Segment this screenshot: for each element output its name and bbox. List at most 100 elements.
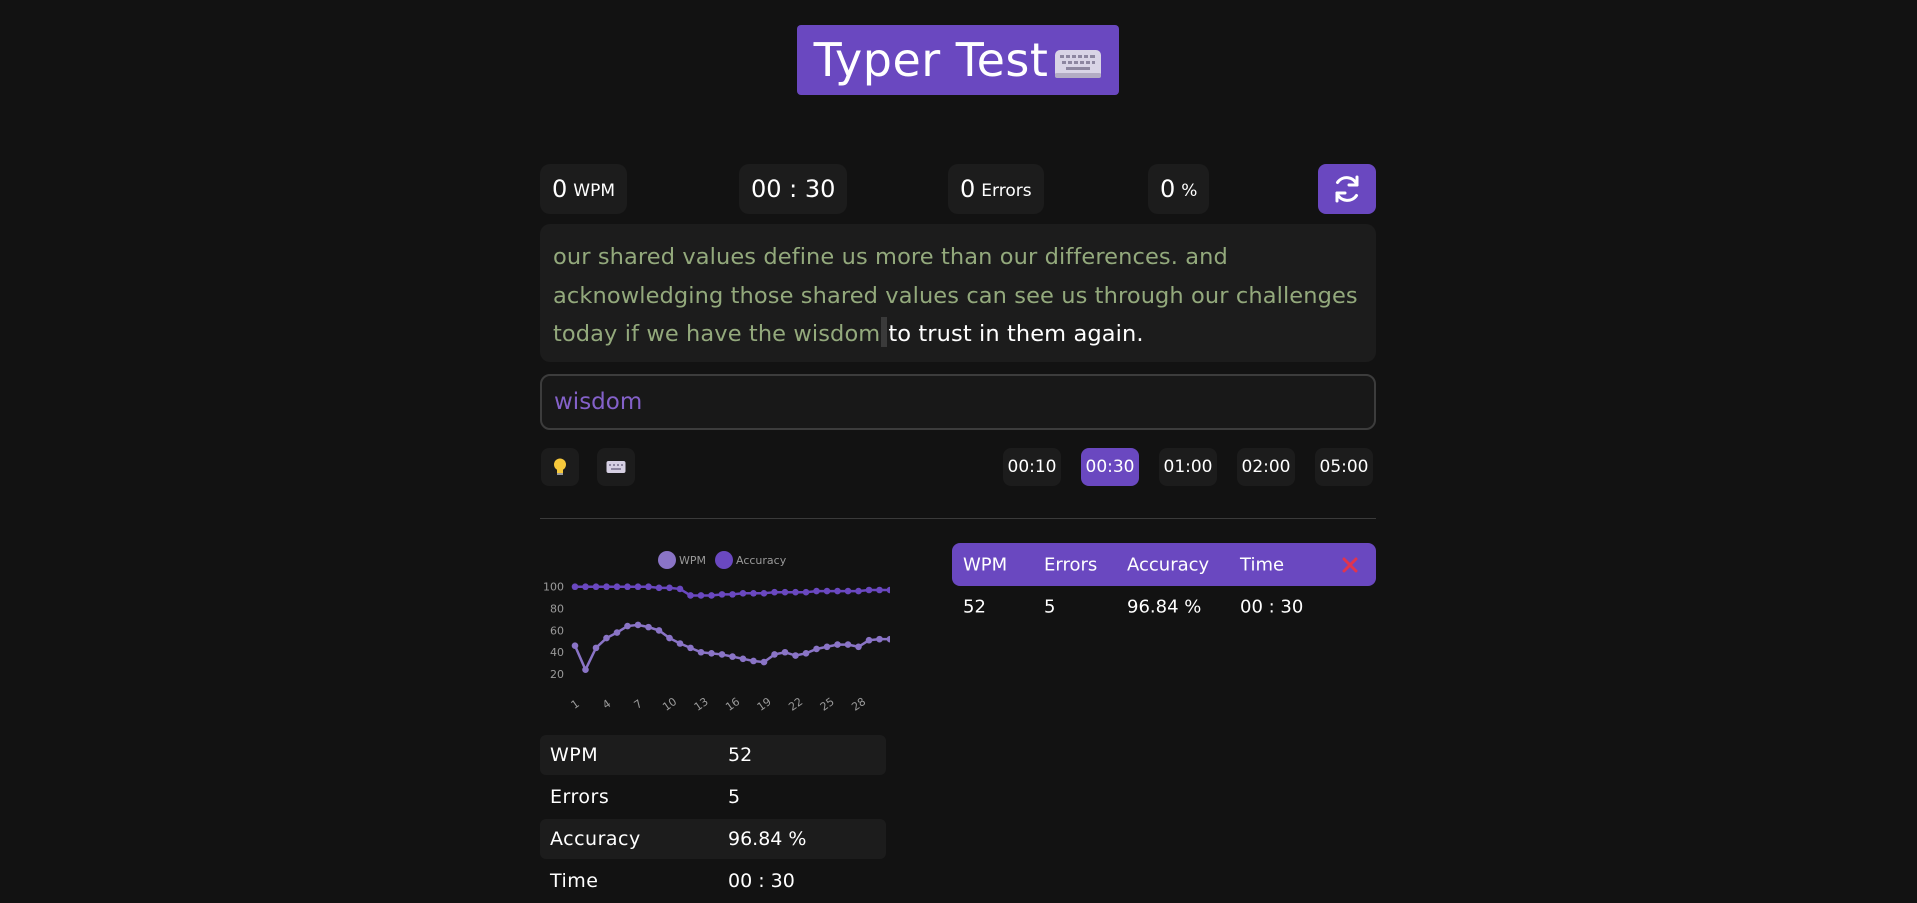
history-col-errors: Errors xyxy=(1044,554,1098,575)
data-point xyxy=(750,657,757,665)
y-tick-label: 40 xyxy=(550,646,564,659)
data-point xyxy=(708,592,715,599)
data-point xyxy=(760,589,768,597)
data-point xyxy=(718,591,726,598)
passage-text: our shared values define us more than ou… xyxy=(540,224,1376,362)
summary-label: WPM xyxy=(550,744,599,766)
app-title: Typer Test xyxy=(813,33,1049,87)
legend-label: WPM xyxy=(679,554,706,567)
accuracy-stat: 0 % xyxy=(1148,164,1210,214)
typing-input[interactable]: wisdom xyxy=(540,374,1376,430)
data-point xyxy=(666,584,673,592)
data-point xyxy=(813,645,820,653)
data-point xyxy=(634,621,642,629)
text-caret xyxy=(881,317,888,347)
close-icon[interactable] xyxy=(1342,557,1358,573)
data-point xyxy=(834,641,841,648)
data-point xyxy=(876,586,883,594)
time-option-5m[interactable]: 05:00 xyxy=(1315,448,1373,486)
refresh-icon xyxy=(1335,175,1359,203)
data-point xyxy=(697,648,705,656)
summary-value: 5 xyxy=(728,786,741,808)
accuracy-value: 0 xyxy=(1160,175,1176,203)
data-point xyxy=(739,655,747,663)
x-tick-label: 25 xyxy=(818,695,837,714)
legend-swatch xyxy=(715,551,733,569)
restart-button[interactable] xyxy=(1318,164,1376,214)
data-point xyxy=(571,583,579,591)
time-option-1m[interactable]: 01:00 xyxy=(1159,448,1217,486)
data-point xyxy=(645,583,652,591)
series-line-wpm xyxy=(573,623,890,673)
data-point xyxy=(855,643,862,651)
x-tick-label: 22 xyxy=(786,695,805,714)
data-point xyxy=(603,583,610,591)
data-point xyxy=(771,651,778,658)
data-point xyxy=(634,583,642,591)
data-point xyxy=(624,622,631,630)
history-header: WPM Errors Accuracy Time xyxy=(952,543,1376,586)
data-point xyxy=(687,592,694,599)
history-cell: 5 xyxy=(1044,596,1056,618)
data-point xyxy=(876,635,883,643)
legend-label: Accuracy xyxy=(736,554,787,567)
lightbulb-icon xyxy=(554,458,566,475)
summary-table: WPM 52 Errors 5 Accuracy 96.84 % Time 00… xyxy=(540,735,886,903)
history-cell: 00 : 30 xyxy=(1240,596,1304,618)
data-point xyxy=(823,643,831,651)
history-col-accuracy: Accuracy xyxy=(1127,554,1210,575)
time-option-30s[interactable]: 00:30 xyxy=(1081,448,1139,486)
errors-unit: Errors xyxy=(981,181,1032,201)
x-tick-label: 10 xyxy=(660,695,679,714)
data-point xyxy=(886,586,894,594)
data-point xyxy=(781,648,789,656)
data-point xyxy=(729,653,736,660)
history-col-wpm: WPM xyxy=(963,554,1008,575)
data-point xyxy=(813,587,820,595)
hint-button[interactable] xyxy=(541,448,579,486)
summary-value: 52 xyxy=(728,744,753,766)
wpm-stat: 0 WPM xyxy=(540,164,628,214)
history-cell: 52 xyxy=(963,596,986,618)
y-tick-label: 20 xyxy=(550,668,564,681)
summary-row-time: Time 00 : 30 xyxy=(540,861,886,901)
timer-value: 00 : 30 xyxy=(751,175,836,203)
x-tick-label: 28 xyxy=(849,695,868,714)
data-point xyxy=(676,585,684,593)
history-col-time: Time xyxy=(1240,554,1285,575)
data-point xyxy=(802,650,810,657)
data-point xyxy=(844,587,852,595)
x-tick-label: 1 xyxy=(569,697,582,712)
wpm-value: 0 xyxy=(552,175,568,203)
data-point xyxy=(708,650,715,657)
data-point xyxy=(687,644,694,652)
data-point xyxy=(666,634,673,642)
data-point xyxy=(676,640,684,647)
chart-svg: WPM Accuracy 100 80 60 40 20 1 4 7 10 13 16 19 22 25 2… xyxy=(543,551,894,714)
data-point xyxy=(624,583,631,591)
data-point xyxy=(760,658,768,666)
history-row: 52 5 96.84 % 00 : 30 xyxy=(952,590,1376,624)
app-title-banner: Typer Test xyxy=(797,25,1119,95)
data-point xyxy=(655,584,663,592)
summary-label: Errors xyxy=(550,786,610,808)
data-point xyxy=(655,627,663,634)
errors-value: 0 xyxy=(960,175,976,203)
data-point xyxy=(582,583,589,591)
history-cell: 96.84 % xyxy=(1127,596,1202,618)
data-point xyxy=(886,635,894,643)
keyboard-toggle-button[interactable] xyxy=(597,448,635,486)
data-point xyxy=(792,652,799,659)
data-point xyxy=(792,588,799,596)
x-tick-label: 7 xyxy=(632,697,645,712)
data-point xyxy=(834,587,841,595)
section-divider xyxy=(540,518,1376,519)
summary-label: Time xyxy=(550,870,599,892)
data-point xyxy=(771,588,778,596)
x-tick-label: 13 xyxy=(692,695,711,714)
summary-row-errors: Errors 5 xyxy=(540,777,886,817)
data-point xyxy=(613,629,621,636)
time-option-10s[interactable]: 00:10 xyxy=(1003,448,1061,486)
summary-value: 96.84 % xyxy=(728,828,807,850)
time-option-2m[interactable]: 02:00 xyxy=(1237,448,1295,486)
